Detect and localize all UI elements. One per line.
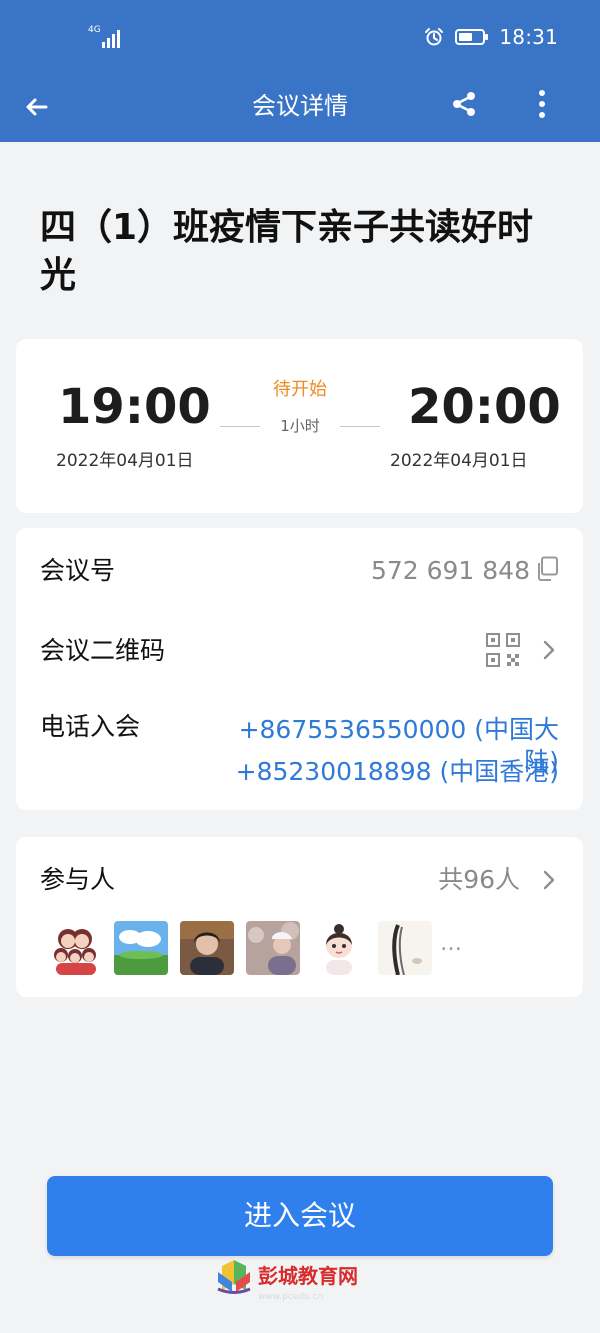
qr-code-icon[interactable] xyxy=(486,633,520,667)
end-time: 20:00 xyxy=(408,379,561,435)
end-date: 2022年04月01日 xyxy=(390,451,528,471)
avatar xyxy=(312,921,366,975)
meeting-status: 待开始 xyxy=(273,379,327,400)
qr-code-label: 会议二维码 xyxy=(40,636,166,665)
status-time: 18:31 xyxy=(499,25,558,49)
start-time: 19:00 xyxy=(58,379,211,435)
more-participants-indicator: … xyxy=(440,931,463,956)
portrait-avatar xyxy=(180,921,234,975)
avatar xyxy=(114,921,168,975)
network-type-label: 4G xyxy=(88,25,101,35)
meeting-title: 四（1）班疫情下亲子共读好时光 xyxy=(40,207,534,296)
meeting-duration: 1小时 xyxy=(280,417,320,435)
signal-bars-icon xyxy=(102,30,120,48)
participants-label: 参与人 xyxy=(40,865,116,894)
meeting-id-value: 572 691 848 xyxy=(370,556,530,585)
family-cartoon-avatar xyxy=(48,921,102,975)
meeting-id-label: 会议号 xyxy=(40,556,116,585)
participants-card[interactable]: 参与人 共96人 … xyxy=(16,837,583,997)
avatar xyxy=(246,921,300,975)
watermark-brand-text: 彭城教育网 xyxy=(258,1264,358,1288)
phone-number-hongkong[interactable]: +85230018898 (中国香港) xyxy=(212,756,559,788)
logo-watermark: 彭城教育网 www.pcedu.cn xyxy=(217,1260,358,1302)
avatar xyxy=(48,921,102,975)
avatar xyxy=(378,921,432,975)
battery-icon xyxy=(455,29,489,45)
ink-painting-avatar xyxy=(378,921,432,975)
chevron-right-icon[interactable] xyxy=(541,639,557,661)
start-date: 2022年04月01日 xyxy=(56,451,194,471)
share-icon xyxy=(453,92,475,116)
page-title: 会议详情 xyxy=(252,92,348,120)
status-bar: 4G 18:31 xyxy=(0,0,600,76)
chevron-right-icon[interactable] xyxy=(541,869,557,891)
site-watermark: 彭城教育网 www.pcedu.cn xyxy=(212,1258,392,1304)
participants-count: 共96人 xyxy=(438,865,520,894)
landscape-avatar xyxy=(114,921,168,975)
outdoor-portrait-avatar xyxy=(246,921,300,975)
share-button[interactable] xyxy=(446,86,482,122)
meeting-details-card: 会议号 572 691 848 会议二维码 电话入会 +867553655000… xyxy=(16,528,583,810)
duration-line-right xyxy=(340,426,380,427)
top-bar: 4G 18:31 会议详情 xyxy=(0,0,600,142)
phone-join-label: 电话入会 xyxy=(40,712,141,741)
network-signal: 4G xyxy=(88,22,124,50)
more-button[interactable] xyxy=(524,86,560,122)
watermark-website-text: www.pcedu.cn xyxy=(258,1292,323,1302)
meeting-time-card: 19:00 2022年04月01日 待开始 1小时 20:00 2022年04月… xyxy=(16,339,583,513)
app-bar: 会议详情 xyxy=(0,76,600,142)
copy-icon[interactable] xyxy=(535,556,559,582)
more-icon xyxy=(539,90,545,118)
status-right: 18:31 xyxy=(423,22,558,52)
cartoon-girl-avatar xyxy=(312,921,366,975)
alarm-icon xyxy=(425,28,444,46)
avatar xyxy=(180,921,234,975)
participant-avatars xyxy=(48,921,468,976)
enter-meeting-button[interactable]: 进入会议 xyxy=(47,1176,553,1256)
